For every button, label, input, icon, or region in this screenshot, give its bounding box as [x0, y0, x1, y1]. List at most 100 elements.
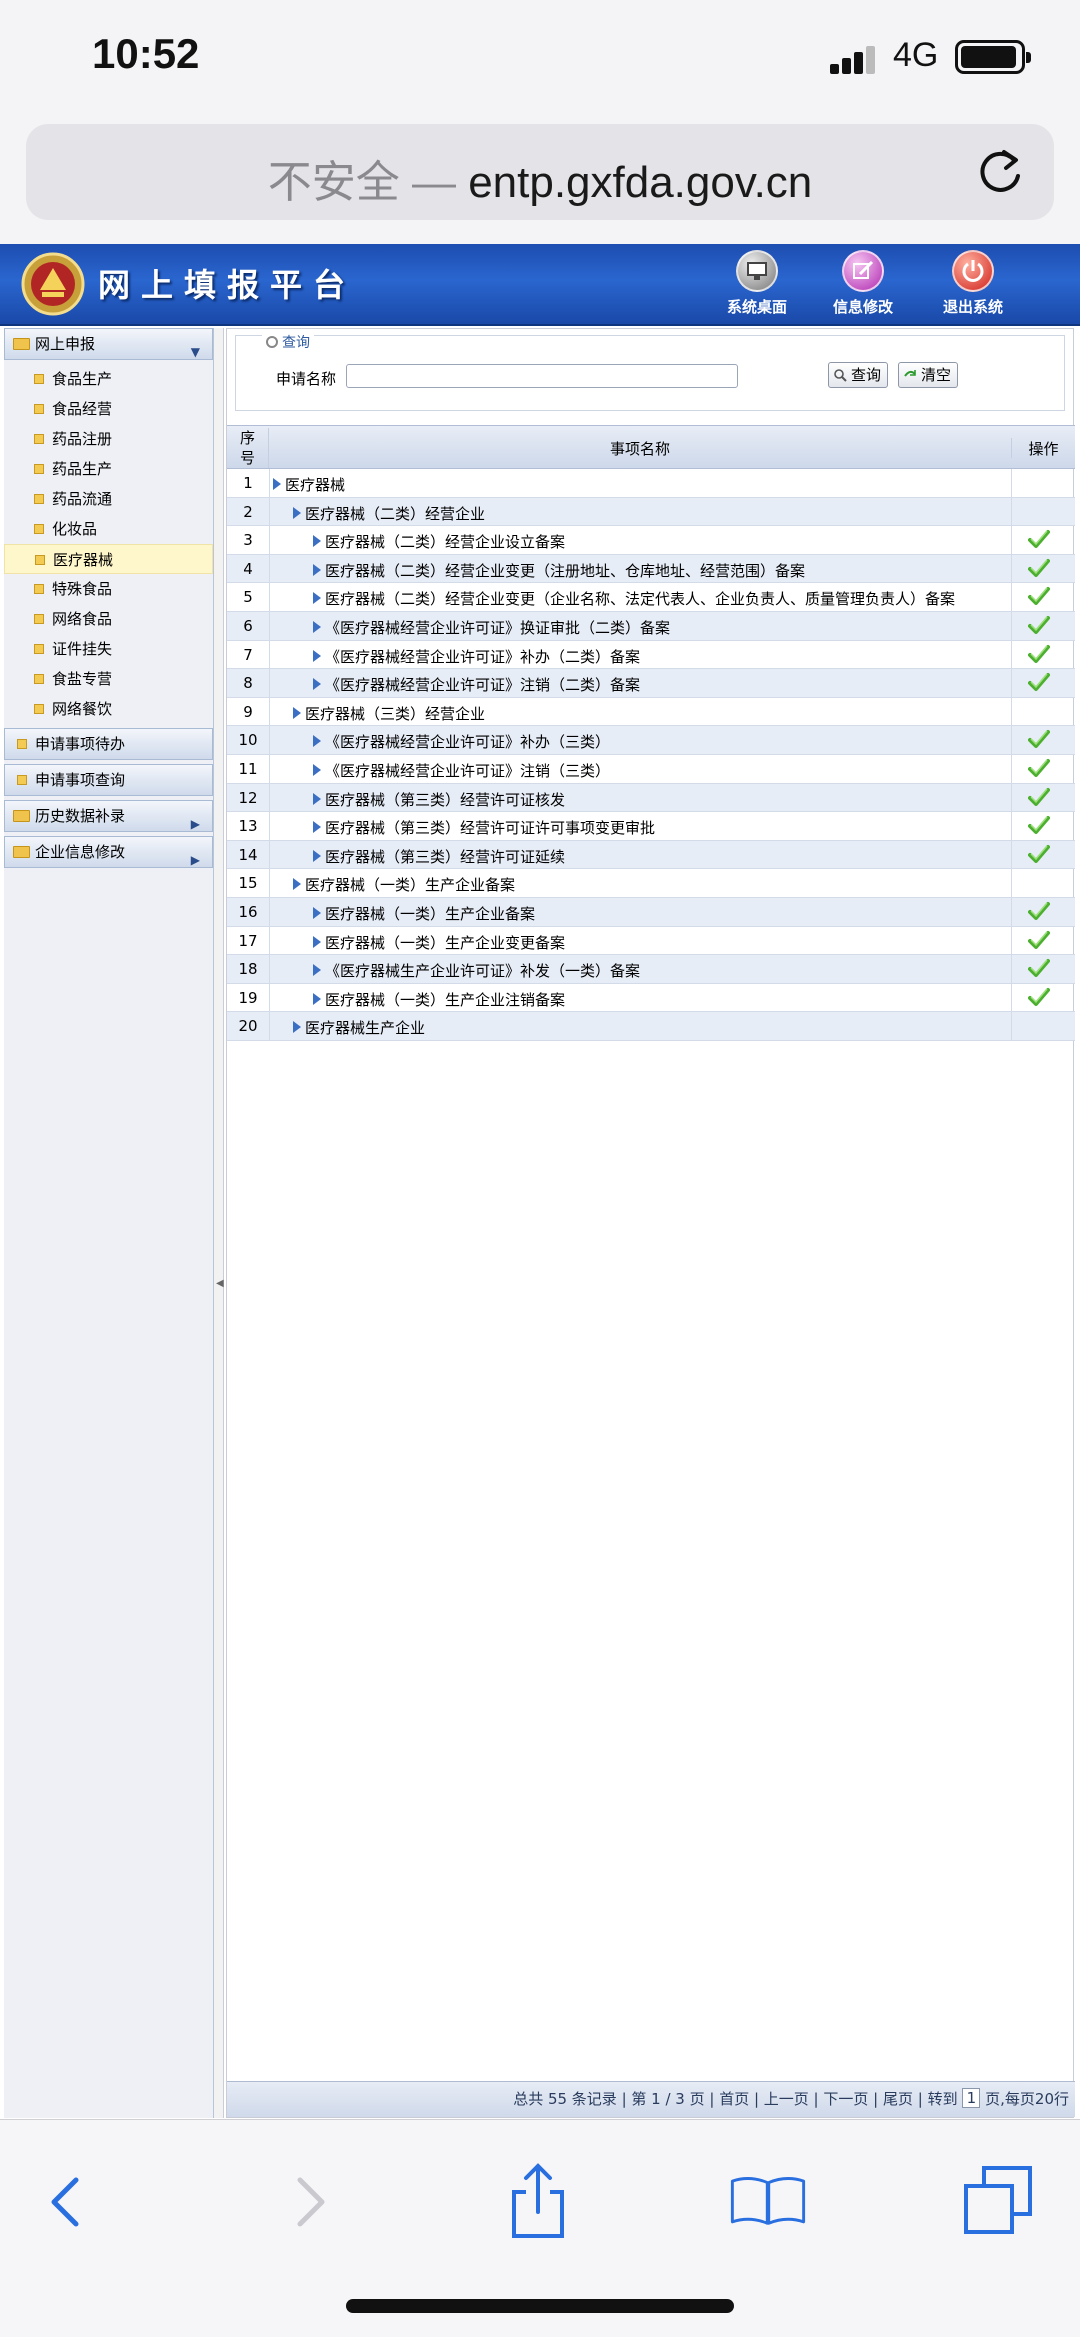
sidebar-item[interactable]: 医疗器械 [4, 544, 213, 574]
table-row[interactable]: 20 医疗器械生产企业 [227, 1012, 1075, 1041]
check-icon[interactable] [1028, 672, 1050, 692]
row-name[interactable]: 《医疗器械经营企业许可证》注销（二类）备案 [325, 674, 640, 695]
tree-arrow-icon[interactable] [313, 649, 321, 662]
table-row[interactable]: 10 《医疗器械经营企业许可证》补办（三类） [227, 726, 1075, 755]
check-icon[interactable] [1028, 644, 1050, 664]
tabs-icon[interactable] [958, 2160, 1038, 2240]
row-name[interactable]: 医疗器械（一类）生产企业变更备案 [325, 932, 565, 953]
forward-icon[interactable] [268, 2160, 348, 2240]
row-name[interactable]: 医疗器械 [285, 474, 345, 495]
check-icon[interactable] [1028, 729, 1050, 749]
row-name[interactable]: 医疗器械生产企业 [305, 1017, 425, 1038]
reload-icon[interactable] [974, 146, 1026, 198]
tree-arrow-icon[interactable] [313, 906, 321, 919]
table-row[interactable]: 16 医疗器械（一类）生产企业备案 [227, 897, 1075, 927]
check-icon[interactable] [1028, 558, 1050, 578]
table-row[interactable]: 8 《医疗器械经营企业许可证》注销（二类）备案 [227, 669, 1075, 698]
clear-button[interactable]: 清空 [898, 362, 959, 388]
tree-arrow-icon[interactable] [293, 506, 301, 519]
page-input[interactable]: 1 [962, 2088, 981, 2108]
tree-arrow-icon[interactable] [313, 849, 321, 862]
row-name[interactable]: 《医疗器械生产企业许可证》补发（一类）备案 [325, 960, 640, 981]
sidebar-item[interactable]: 特殊食品 [4, 574, 213, 604]
sidebar-item[interactable]: 食盐专营 [4, 664, 213, 694]
search-button[interactable]: 查询 [828, 362, 889, 388]
back-icon[interactable] [28, 2160, 108, 2240]
table-row[interactable]: 1 医疗器械 [227, 469, 1075, 498]
row-name[interactable]: 医疗器械（二类）经营企业 [305, 503, 485, 524]
check-icon[interactable] [1028, 901, 1050, 921]
sidebar-item[interactable]: 食品经营 [4, 394, 213, 424]
table-row[interactable]: 12 医疗器械（第三类）经营许可证核发 [227, 783, 1075, 813]
row-name[interactable]: 《医疗器械经营企业许可证》注销（三类） [325, 760, 610, 781]
table-row[interactable]: 6 《医疗器械经营企业许可证》换证审批（二类）备案 [227, 611, 1075, 641]
sidebar-section-company-info[interactable]: 企业信息修改 ▶ [4, 836, 213, 868]
check-icon[interactable] [1028, 758, 1050, 778]
row-name[interactable]: 《医疗器械经营企业许可证》换证审批（二类）备案 [325, 617, 670, 638]
sidebar-item[interactable]: 网络餐饮 [4, 694, 213, 724]
sidebar-item[interactable]: 证件挂失 [4, 634, 213, 664]
row-name[interactable]: 医疗器械（二类）经营企业设立备案 [325, 531, 565, 552]
row-name[interactable]: 《医疗器械经营企业许可证》补办（三类） [325, 731, 610, 752]
table-row[interactable]: 17 医疗器械（一类）生产企业变更备案 [227, 926, 1075, 956]
pager-summary[interactable]: 总共 55 条记录 | 第 1 / 3 页 | 首页 | 上一页 | 下一页 |… [513, 2090, 957, 2108]
tree-arrow-icon[interactable] [313, 763, 321, 776]
panel-splitter[interactable]: ◀ [214, 328, 224, 2118]
tree-arrow-icon[interactable] [313, 935, 321, 948]
table-row[interactable]: 18 《医疗器械生产企业许可证》补发（一类）备案 [227, 955, 1075, 984]
row-name[interactable]: 医疗器械（二类）经营企业变更（注册地址、仓库地址、经营范围）备案 [325, 560, 805, 581]
tree-arrow-icon[interactable] [313, 792, 321, 805]
table-row[interactable]: 19 医疗器械（一类）生产企业注销备案 [227, 983, 1075, 1013]
table-row[interactable]: 13 医疗器械（第三类）经营许可证许可事项变更审批 [227, 812, 1075, 841]
check-icon[interactable] [1028, 529, 1050, 549]
row-name[interactable]: 《医疗器械经营企业许可证》补办（二类）备案 [325, 646, 640, 667]
tree-arrow-icon[interactable] [313, 821, 321, 834]
sidebar-item[interactable]: 食品生产 [4, 364, 213, 394]
tree-arrow-icon[interactable] [313, 563, 321, 576]
table-row[interactable]: 11 《医疗器械经营企业许可证》注销（三类） [227, 754, 1075, 784]
sidebar-section-online-apply[interactable]: 网上申报 ▼ [4, 328, 213, 360]
row-name[interactable]: 医疗器械（第三类）经营许可证许可事项变更审批 [325, 817, 655, 838]
check-icon[interactable] [1028, 815, 1050, 835]
check-icon[interactable] [1028, 615, 1050, 635]
table-row[interactable]: 4 医疗器械（二类）经营企业变更（注册地址、仓库地址、经营范围）备案 [227, 554, 1075, 584]
tree-arrow-icon[interactable] [293, 878, 301, 891]
sidebar-section-history[interactable]: 历史数据补录 ▶ [4, 800, 213, 832]
desktop-button[interactable]: 系统桌面 [712, 250, 802, 322]
sidebar-item[interactable]: 网络食品 [4, 604, 213, 634]
table-row[interactable]: 9 医疗器械（三类）经营企业 [227, 697, 1075, 727]
check-icon[interactable] [1028, 958, 1050, 978]
table-row[interactable]: 7 《医疗器械经营企业许可证》补办（二类）备案 [227, 640, 1075, 670]
tree-arrow-icon[interactable] [313, 992, 321, 1005]
sidebar-section-pending[interactable]: 申请事项待办 [4, 728, 213, 760]
tree-arrow-icon[interactable] [293, 706, 301, 719]
apply-name-input[interactable] [346, 364, 738, 388]
row-name[interactable]: 医疗器械（一类）生产企业备案 [325, 903, 535, 924]
sidebar-item[interactable]: 药品生产 [4, 454, 213, 484]
sidebar-item[interactable]: 药品注册 [4, 424, 213, 454]
logout-button[interactable]: 退出系统 [928, 250, 1018, 322]
table-row[interactable]: 14 医疗器械（第三类）经营许可证延续 [227, 840, 1075, 870]
tree-arrow-icon[interactable] [313, 620, 321, 633]
check-icon[interactable] [1028, 987, 1050, 1007]
row-name[interactable]: 医疗器械（一类）生产企业注销备案 [325, 989, 565, 1010]
check-icon[interactable] [1028, 930, 1050, 950]
check-icon[interactable] [1028, 586, 1050, 606]
sidebar-section-query[interactable]: 申请事项查询 [4, 764, 213, 796]
row-name[interactable]: 医疗器械（一类）生产企业备案 [305, 874, 515, 895]
table-row[interactable]: 15 医疗器械（一类）生产企业备案 [227, 869, 1075, 898]
url-bar[interactable]: 不安全 — entp.gxfda.gov.cn [26, 124, 1054, 220]
row-name[interactable]: 医疗器械（第三类）经营许可证核发 [325, 789, 565, 810]
sidebar-item[interactable]: 化妆品 [4, 514, 213, 544]
tree-arrow-icon[interactable] [313, 964, 321, 977]
edit-info-button[interactable]: 信息修改 [818, 250, 908, 322]
check-icon[interactable] [1028, 844, 1050, 864]
row-name[interactable]: 医疗器械（三类）经营企业 [305, 703, 485, 724]
row-name[interactable]: 医疗器械（二类）经营企业变更（企业名称、法定代表人、企业负责人、质量管理负责人）… [325, 588, 955, 609]
tree-arrow-icon[interactable] [293, 1021, 301, 1034]
table-row[interactable]: 3 医疗器械（二类）经营企业设立备案 [227, 526, 1075, 555]
tree-arrow-icon[interactable] [313, 535, 321, 548]
tree-arrow-icon[interactable] [273, 478, 281, 490]
table-row[interactable]: 2 医疗器械（二类）经营企业 [227, 497, 1075, 527]
table-row[interactable]: 5 医疗器械（二类）经营企业变更（企业名称、法定代表人、企业负责人、质量管理负责人… [227, 583, 1075, 612]
